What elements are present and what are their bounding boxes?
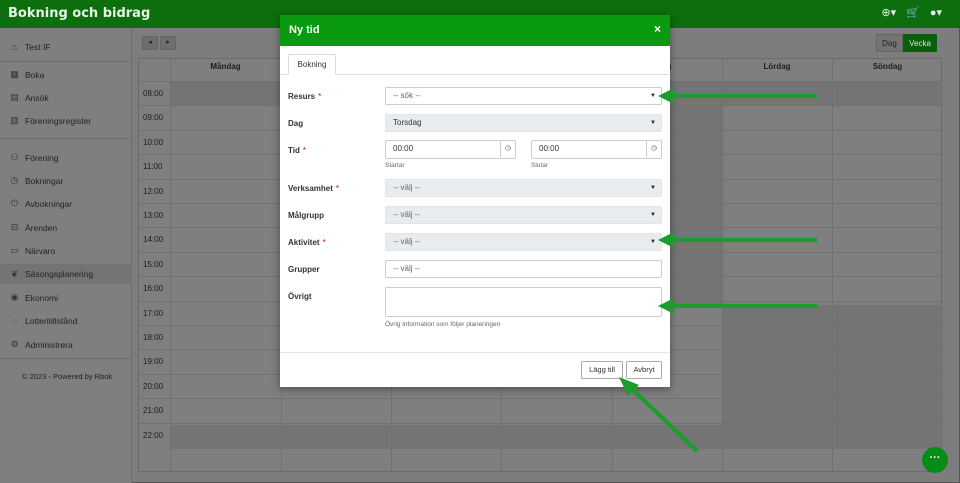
more-actions-button[interactable]: ··· — [922, 447, 948, 473]
arrow-to-ovrigt — [658, 298, 817, 314]
arrow-to-aktivitet — [658, 232, 817, 248]
arrow-to-add-button — [619, 377, 699, 453]
arrow-to-resurs — [658, 88, 817, 104]
annotation-arrows — [619, 88, 817, 453]
